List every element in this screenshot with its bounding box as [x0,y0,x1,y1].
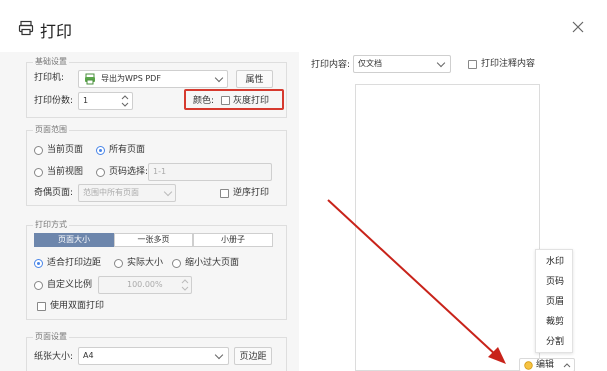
odd-even-label: 奇偶页面: [34,188,74,198]
preview-page [355,84,540,371]
chevron-up-icon [563,363,571,368]
custom-scale-stepper[interactable]: 100.00% [98,276,192,294]
actual-size-label: 实际大小 [127,258,164,268]
pdf-printer-icon [85,73,95,85]
print-comments-checkbox[interactable] [468,60,477,69]
print-comments-label: 打印注释内容 [481,59,536,69]
current-page-radio[interactable] [34,146,43,155]
print-content-select[interactable]: 仅文档 [353,55,451,73]
menu-item-crop[interactable]: 裁剪 [536,313,574,331]
print-content-value: 仅文档 [358,59,382,68]
print-content-label: 打印内容: [311,60,351,70]
tab-multiple-pages[interactable]: 一张多页 [114,233,193,247]
stepper-arrows-icon[interactable] [181,278,189,292]
menu-item-watermark[interactable]: 水印 [536,253,574,271]
current-view-radio[interactable] [34,168,43,177]
menu-item-header[interactable]: 页眉 [536,293,574,311]
printer-label: 打印机: [34,73,65,83]
page-select-radio[interactable] [96,168,105,177]
highlight-box [184,89,284,110]
copies-value: 1 [83,96,89,105]
reverse-order-label: 逆序打印 [233,188,270,198]
all-pages-label: 所有页面 [109,145,146,155]
page-range-legend: 页面范围 [33,125,69,135]
shrink-large-label: 缩小过大页面 [185,258,240,268]
menu-item-split[interactable]: 分割 [536,333,574,351]
edit-dropdown-menu: 水印 页码 页眉 裁剪 分割 [535,249,573,353]
printer-value: 导出为WPS PDF [101,74,161,83]
odd-even-select[interactable]: 范围中所有页面 [78,184,176,202]
paper-size-select[interactable]: A4 [78,347,229,365]
print-mode-legend: 打印方式 [33,220,69,230]
printer-properties-button[interactable]: 属性 [236,70,273,88]
edit-button-label: 编辑 [536,360,555,370]
page-setup-legend: 页面设置 [33,332,69,342]
printer-select[interactable]: 导出为WPS PDF [78,70,228,88]
fit-margin-label: 适合打印边距 [47,258,102,268]
stepper-arrows-icon[interactable] [121,94,129,108]
custom-scale-label: 自定义比例 [47,280,93,290]
copies-label: 打印份数: [34,96,74,106]
actual-size-radio[interactable] [114,259,123,268]
edit-icon [524,361,533,370]
page-select-input[interactable]: 1-1 [148,163,272,181]
current-page-label: 当前页面 [47,145,84,155]
close-icon[interactable] [571,20,585,34]
odd-even-value: 范围中所有页面 [83,188,139,197]
duplex-label: 使用双面打印 [50,301,105,311]
duplex-checkbox[interactable] [37,302,46,311]
dialog-title: 打印 [40,22,73,41]
page-select-label: 页码选择: [109,167,149,177]
paper-size-value: A4 [83,351,94,360]
page-select-value: 1-1 [153,167,167,176]
menu-item-page-number[interactable]: 页码 [536,273,574,291]
paper-size-label: 纸张大小: [34,352,74,362]
custom-scale-radio[interactable] [34,281,43,290]
all-pages-radio[interactable] [96,146,105,155]
custom-scale-value: 100.00% [127,280,163,289]
margins-button[interactable]: 页边距 [234,347,272,365]
fit-margin-radio[interactable] [34,259,43,268]
basic-settings-legend: 基础设置 [33,57,69,67]
reverse-order-checkbox[interactable] [220,189,229,198]
tab-page-size[interactable]: 页面大小 [34,233,114,247]
printer-icon [18,20,34,36]
edit-button[interactable]: 编辑 [519,358,575,371]
tab-booklet[interactable]: 小册子 [193,233,273,247]
current-view-label: 当前视图 [47,167,84,177]
shrink-large-radio[interactable] [172,259,181,268]
